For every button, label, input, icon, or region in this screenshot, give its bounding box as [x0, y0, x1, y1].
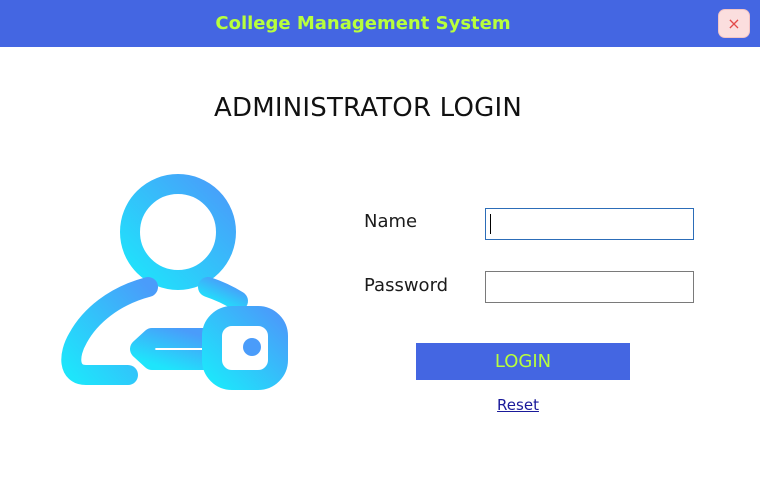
reset-link[interactable]: Reset: [416, 396, 620, 414]
password-label: Password: [364, 275, 449, 296]
key-hole-shape: [243, 338, 261, 356]
text-caret: [490, 214, 491, 234]
close-button[interactable]: ×: [718, 9, 750, 38]
user-body-shape: [61, 277, 158, 385]
user-head-shape: [120, 174, 236, 290]
window-title: College Management System: [215, 13, 511, 34]
key-shaft-shape: [130, 328, 218, 370]
user-body-right-shape: [198, 277, 248, 311]
login-window: College Management System × ADMINISTRATO…: [0, 0, 760, 482]
title-bar: College Management System ×: [0, 0, 760, 47]
user-key-icon: [61, 174, 288, 390]
name-input[interactable]: [485, 208, 694, 240]
login-button[interactable]: LOGIN: [416, 343, 630, 380]
password-input[interactable]: [485, 271, 694, 303]
name-label: Name: [364, 211, 418, 232]
page-title: ADMINISTRATOR LOGIN: [214, 93, 522, 123]
